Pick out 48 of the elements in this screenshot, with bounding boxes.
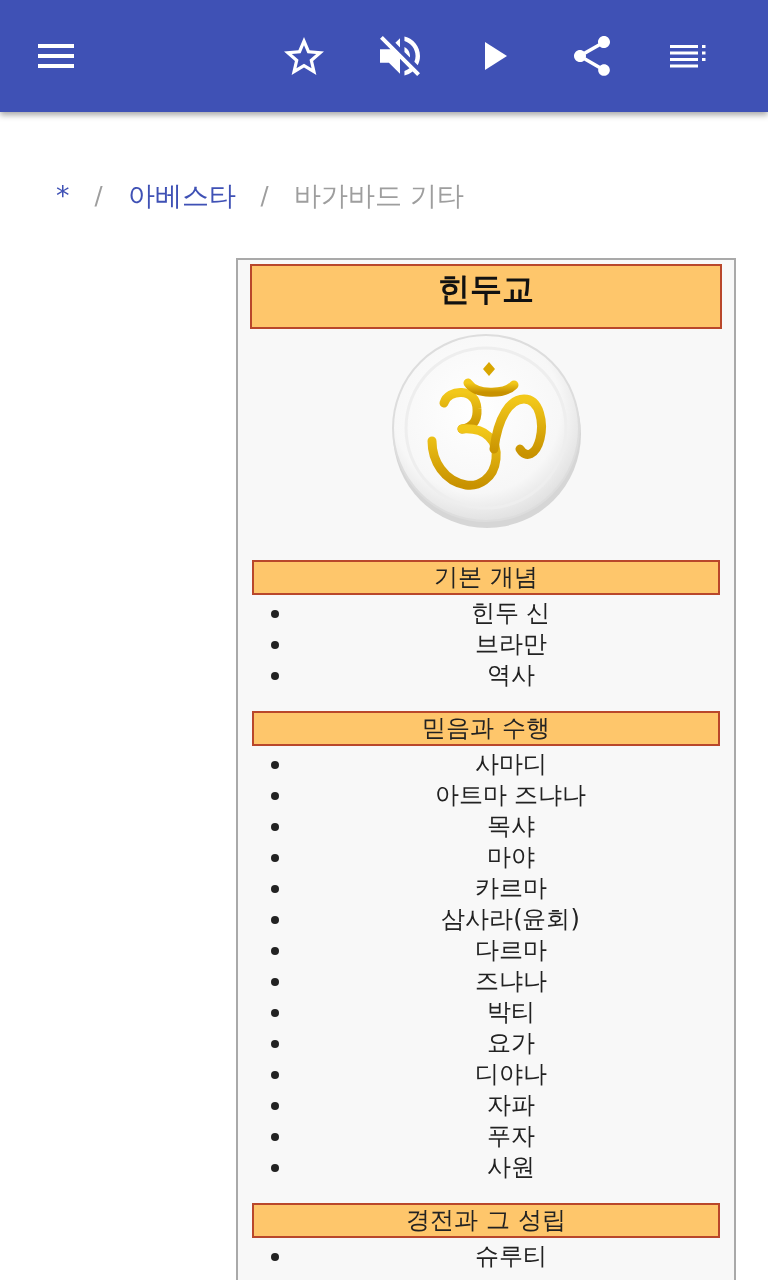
breadcrumb-separator: / bbox=[260, 181, 269, 212]
section-heading: 기본 개념 bbox=[252, 560, 720, 595]
bullet-icon bbox=[271, 1008, 279, 1017]
list-item: 사원 bbox=[486, 1152, 535, 1183]
list-item: 박티 bbox=[486, 997, 535, 1028]
list-item: 역사 bbox=[486, 660, 535, 691]
bullet-icon bbox=[271, 853, 279, 862]
list-item: 슈루티 bbox=[474, 1241, 547, 1272]
bullet-icon bbox=[271, 1252, 279, 1261]
list-item: 목샤 bbox=[486, 811, 535, 842]
bullet-icon bbox=[271, 1132, 279, 1141]
bullet-icon bbox=[271, 977, 279, 986]
bullet-icon bbox=[271, 1101, 279, 1110]
breadcrumb-link[interactable]: 아베스타 bbox=[127, 178, 236, 214]
bullet-icon bbox=[271, 915, 279, 924]
list-item: 다르마 bbox=[474, 935, 547, 966]
list-item: 요가 bbox=[486, 1028, 535, 1059]
section-heading: 경전과 그 성립 bbox=[252, 1203, 720, 1238]
list-item: 푸자 bbox=[486, 1121, 535, 1152]
bullet-icon bbox=[271, 791, 279, 800]
list-item: 마야 bbox=[486, 842, 535, 873]
bullet-icon bbox=[271, 760, 279, 769]
bullet-icon bbox=[271, 1163, 279, 1172]
bullet-icon bbox=[271, 609, 279, 618]
bullet-icon bbox=[271, 884, 279, 893]
list-item: 디야나 bbox=[474, 1059, 547, 1090]
bullet-icon bbox=[271, 1070, 279, 1079]
list-item: 자파 bbox=[486, 1090, 535, 1121]
list-item: 브라만 bbox=[474, 629, 547, 660]
menu-icon bbox=[38, 44, 74, 68]
list-item: 즈냐나 bbox=[474, 966, 547, 997]
section-heading: 믿음과 수행 bbox=[252, 711, 720, 746]
list-icon bbox=[670, 44, 706, 68]
breadcrumb-link[interactable]: * bbox=[56, 178, 70, 214]
bullet-icon bbox=[271, 822, 279, 831]
breadcrumb-current: 바가바드 기타 bbox=[293, 179, 465, 213]
bullet-icon bbox=[271, 671, 279, 680]
list-item: 사마디 bbox=[474, 749, 547, 780]
list-item: 삼사라(윤회) bbox=[441, 904, 580, 935]
bullet-icon bbox=[271, 1039, 279, 1048]
list-item: 힌두 신 bbox=[470, 598, 551, 629]
share-icon bbox=[574, 36, 610, 76]
bullet-icon bbox=[271, 640, 279, 649]
breadcrumb-separator: / bbox=[94, 181, 103, 212]
list-item: 아트마 즈냐나 bbox=[434, 780, 587, 811]
infobox-title: 힌두교 bbox=[250, 264, 722, 329]
list-item: 카르마 bbox=[474, 873, 547, 904]
bullet-icon bbox=[271, 946, 279, 955]
